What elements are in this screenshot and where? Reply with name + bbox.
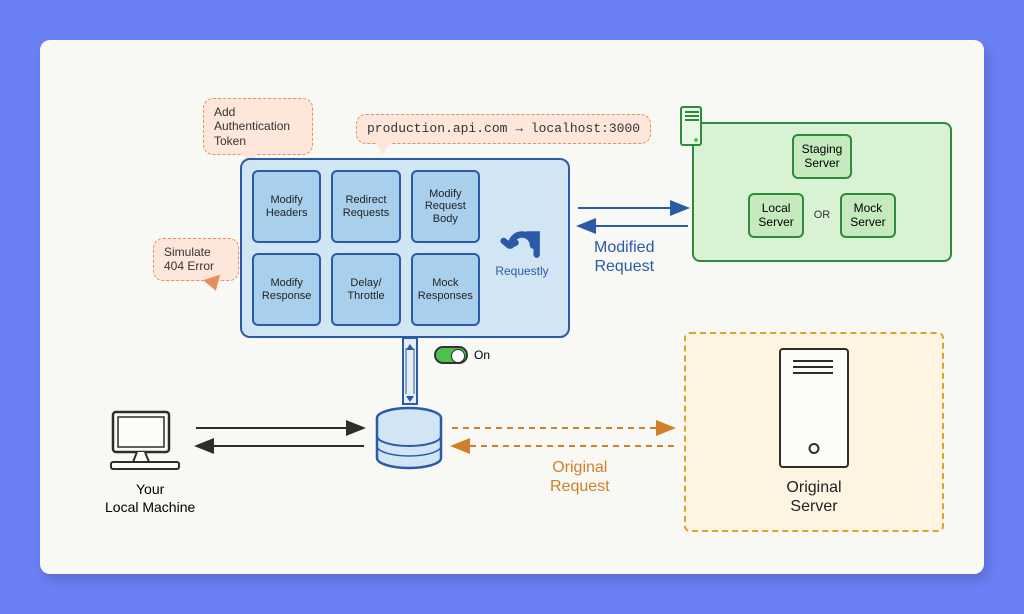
staging-server: Staging Server [792, 134, 853, 179]
proxy-toggle[interactable] [434, 346, 468, 364]
toggle-container: On [434, 346, 490, 364]
requestly-brand-label: Requestly [495, 264, 548, 278]
arrow-cylinder-to-original [448, 418, 680, 458]
speech-redirect-text: production.api.com → localhost:3000 [367, 121, 640, 136]
speech-404-text: Simulate 404 Error [164, 245, 214, 273]
diagram-canvas: Add Authentication Token production.api.… [40, 40, 984, 574]
or-label: OR [814, 209, 831, 221]
arrow-proxy-to-servers [574, 196, 694, 240]
speech-auth-token-text: Add Authentication Token [214, 105, 290, 148]
proxy-toggle-label: On [474, 348, 490, 362]
server-tower-icon [680, 106, 702, 146]
original-server-label: Original Server [786, 478, 841, 516]
original-server-icon [779, 348, 849, 468]
traffic-cylinder-icon [374, 406, 444, 470]
local-machine: Your Local Machine [105, 408, 195, 516]
mock-server: Mock Server [840, 193, 895, 238]
rule-modify-response: Modify Response [252, 253, 321, 326]
rule-mock-responses: Mock Responses [411, 253, 480, 326]
target-server-group: Staging Server Local Server OR Mock Serv… [692, 122, 952, 262]
speech-simulate-404: Simulate 404 Error [153, 238, 239, 281]
arrow-local-to-cylinder [190, 418, 370, 458]
speech-auth-token: Add Authentication Token [203, 98, 313, 155]
rule-modify-request-body: Modify Request Body [411, 170, 480, 243]
original-request-label: Original Request [550, 458, 610, 496]
original-server-box: Original Server [684, 332, 944, 532]
requestly-proxy-panel: Modify Headers Redirect Requests Modify … [240, 158, 570, 338]
speech-redirect-example: production.api.com → localhost:3000 [356, 114, 651, 144]
rule-modify-headers: Modify Headers [252, 170, 321, 243]
computer-icon [105, 408, 185, 477]
local-server: Local Server [748, 193, 803, 238]
local-machine-label: Your Local Machine [105, 481, 195, 516]
rule-redirect-requests: Redirect Requests [331, 170, 400, 243]
modified-request-label: Modified Request [594, 238, 654, 276]
requestly-logo-icon [500, 218, 544, 262]
requestly-brand: Requestly [486, 170, 558, 326]
rule-delay-throttle: Delay/ Throttle [331, 253, 400, 326]
connector-proxy-to-cylinder [395, 338, 425, 414]
